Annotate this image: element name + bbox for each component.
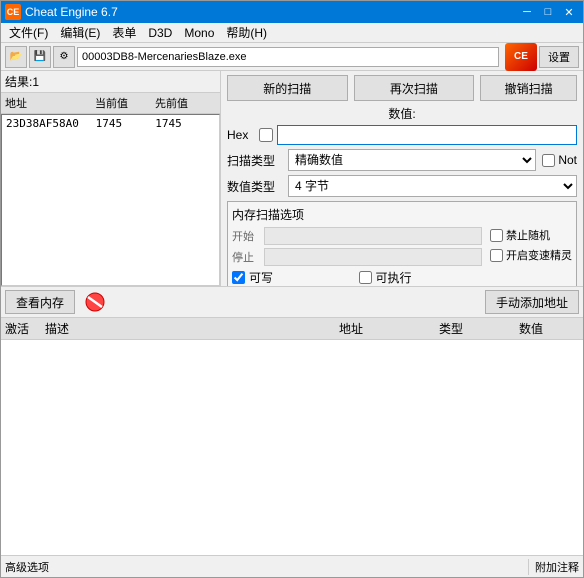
minimize-button[interactable]: ─ bbox=[517, 4, 537, 20]
no-random-label: 禁止随机 bbox=[506, 227, 550, 243]
menu-table[interactable]: 表单 bbox=[106, 22, 142, 43]
title-controls: ─ □ ✕ bbox=[517, 4, 579, 20]
ct-col-val: 数值 bbox=[519, 320, 579, 337]
menu-help[interactable]: 帮助(H) bbox=[220, 22, 273, 43]
ct-col-active: 激活 bbox=[5, 320, 45, 337]
stop-label: 停止 bbox=[232, 249, 260, 265]
cheat-table-header: 激活 描述 地址 类型 数值 bbox=[1, 317, 583, 340]
menu-mono[interactable]: Mono bbox=[178, 24, 220, 42]
col-header-prev: 先前值 bbox=[155, 95, 215, 111]
memory-options-grid: 可写 可执行 写时拷贝 bbox=[232, 269, 482, 286]
value-input[interactable]: 1745 bbox=[277, 125, 577, 145]
status-left[interactable]: 高级选项 bbox=[5, 559, 522, 575]
no-random-row: 禁止随机 bbox=[490, 227, 572, 243]
executable-checkbox[interactable] bbox=[359, 271, 372, 284]
value-label: 数值: bbox=[227, 105, 577, 122]
scan-type-row: 扫描类型 精确数值 比上次增加了 比上次减少了 Not bbox=[227, 149, 577, 171]
right-panel: 新的扫描 再次扫描 撤销扫描 数值: Hex 1745 扫描类型 精确数值 比上… bbox=[221, 71, 583, 286]
stop-icon[interactable] bbox=[79, 290, 111, 314]
main-window: CE Cheat Engine 6.7 ─ □ ✕ 文件(F) 编辑(E) 表单… bbox=[0, 0, 584, 578]
menu-edit[interactable]: 编辑(E) bbox=[54, 22, 106, 43]
speed-hack-row: 开启变速精灵 bbox=[490, 247, 572, 263]
value-type-row: 数值类型 1 字节 2 字节 4 字节 8 字节 bbox=[227, 175, 577, 197]
speed-hack-label: 开启变速精灵 bbox=[506, 247, 572, 263]
results-list: 23D38AF58A0 1745 1745 bbox=[1, 114, 220, 286]
view-memory-button[interactable]: 查看内存 bbox=[5, 290, 75, 314]
row-prev-val: 1745 bbox=[155, 117, 215, 130]
status-separator bbox=[528, 559, 529, 575]
scan-options-left: 开始 0000000000000000 停止 00007fffffffffff … bbox=[232, 227, 482, 286]
new-scan-button[interactable]: 新的扫描 bbox=[227, 75, 348, 101]
next-scan-button[interactable]: 再次扫描 bbox=[354, 75, 475, 101]
stop-row: 停止 00007fffffffffff bbox=[232, 248, 482, 266]
maximize-button[interactable]: □ bbox=[538, 4, 558, 20]
bottom-buttons: 查看内存 手动添加地址 bbox=[1, 286, 583, 317]
memory-scan-section: 内存扫描选项 开始 0000000000000000 停止 00007fffff… bbox=[227, 201, 577, 286]
ct-col-type: 类型 bbox=[439, 320, 519, 337]
menu-d3d[interactable]: D3D bbox=[142, 24, 178, 42]
status-bar: 高级选项 附加注释 bbox=[1, 555, 583, 577]
value-type-select[interactable]: 1 字节 2 字节 4 字节 8 字节 bbox=[288, 175, 577, 197]
row-addr: 23D38AF58A0 bbox=[6, 117, 96, 130]
results-table-header: 地址 当前值 先前值 bbox=[1, 93, 220, 114]
toolbar-open-btn[interactable]: 📂 bbox=[5, 46, 27, 68]
left-panel: 结果:1 地址 当前值 先前值 23D38AF58A0 1745 1745 bbox=[1, 71, 221, 286]
cancel-scan-button[interactable]: 撤销扫描 bbox=[480, 75, 577, 101]
not-row: Not bbox=[542, 153, 577, 167]
title-bar-left: CE Cheat Engine 6.7 bbox=[5, 4, 118, 20]
table-row[interactable]: 23D38AF58A0 1745 1745 bbox=[2, 115, 219, 132]
close-button[interactable]: ✕ bbox=[559, 4, 579, 20]
menu-file[interactable]: 文件(F) bbox=[3, 22, 54, 43]
ce-logo: CE bbox=[505, 43, 537, 71]
readable-checkbox[interactable] bbox=[232, 271, 245, 284]
results-count: 结果:1 bbox=[1, 71, 220, 93]
window-title: Cheat Engine 6.7 bbox=[25, 5, 118, 19]
menu-bar: 文件(F) 编辑(E) 表单 D3D Mono 帮助(H) bbox=[1, 23, 583, 43]
executable-row: 可执行 bbox=[359, 269, 483, 286]
hex-row: Hex 1745 bbox=[227, 125, 577, 145]
readable-row: 可写 bbox=[232, 269, 356, 286]
stop-input[interactable]: 00007fffffffffff bbox=[264, 248, 482, 266]
executable-label: 可执行 bbox=[376, 269, 412, 286]
app-icon: CE bbox=[5, 4, 21, 20]
right-checkboxes: 禁止随机 开启变速精灵 bbox=[490, 227, 572, 286]
value-section: 数值: Hex 1745 bbox=[227, 105, 577, 145]
start-label: 开始 bbox=[232, 228, 260, 244]
toolbar-config-btn[interactable]: ⚙ bbox=[53, 46, 75, 68]
scan-options-inner: 开始 0000000000000000 停止 00007fffffffffff … bbox=[232, 227, 572, 286]
hex-label: Hex bbox=[227, 128, 255, 142]
col-header-addr: 地址 bbox=[5, 95, 95, 111]
start-input[interactable]: 0000000000000000 bbox=[264, 227, 482, 245]
memory-section-title: 内存扫描选项 bbox=[232, 206, 572, 223]
status-right: 附加注释 bbox=[535, 559, 579, 575]
scan-type-select[interactable]: 精确数值 比上次增加了 比上次减少了 bbox=[288, 149, 536, 171]
scan-type-label: 扫描类型 bbox=[227, 152, 282, 169]
col-header-cur: 当前值 bbox=[95, 95, 155, 111]
settings-button[interactable]: 设置 bbox=[539, 46, 579, 68]
readable-label: 可写 bbox=[249, 269, 273, 286]
row-cur-val: 1745 bbox=[96, 117, 156, 130]
hex-checkbox[interactable] bbox=[259, 128, 273, 142]
ct-col-desc: 描述 bbox=[45, 320, 339, 337]
not-checkbox[interactable] bbox=[542, 154, 555, 167]
title-bar: CE Cheat Engine 6.7 ─ □ ✕ bbox=[1, 1, 583, 23]
cheat-table-body bbox=[1, 340, 583, 555]
not-label: Not bbox=[558, 153, 577, 167]
process-name: 00003DB8-MercenariesBlaze.exe bbox=[77, 47, 499, 67]
main-content: 结果:1 地址 当前值 先前值 23D38AF58A0 1745 1745 新的… bbox=[1, 71, 583, 286]
toolbar-save-btn[interactable]: 💾 bbox=[29, 46, 51, 68]
start-row: 开始 0000000000000000 bbox=[232, 227, 482, 245]
scan-buttons: 新的扫描 再次扫描 撤销扫描 bbox=[227, 75, 577, 101]
no-random-checkbox[interactable] bbox=[490, 229, 503, 242]
ct-col-addr: 地址 bbox=[339, 320, 439, 337]
value-type-label: 数值类型 bbox=[227, 178, 282, 195]
toolbar: 📂 💾 ⚙ 00003DB8-MercenariesBlaze.exe CE 设… bbox=[1, 43, 583, 71]
speed-hack-checkbox[interactable] bbox=[490, 249, 503, 262]
add-address-button[interactable]: 手动添加地址 bbox=[485, 290, 579, 314]
